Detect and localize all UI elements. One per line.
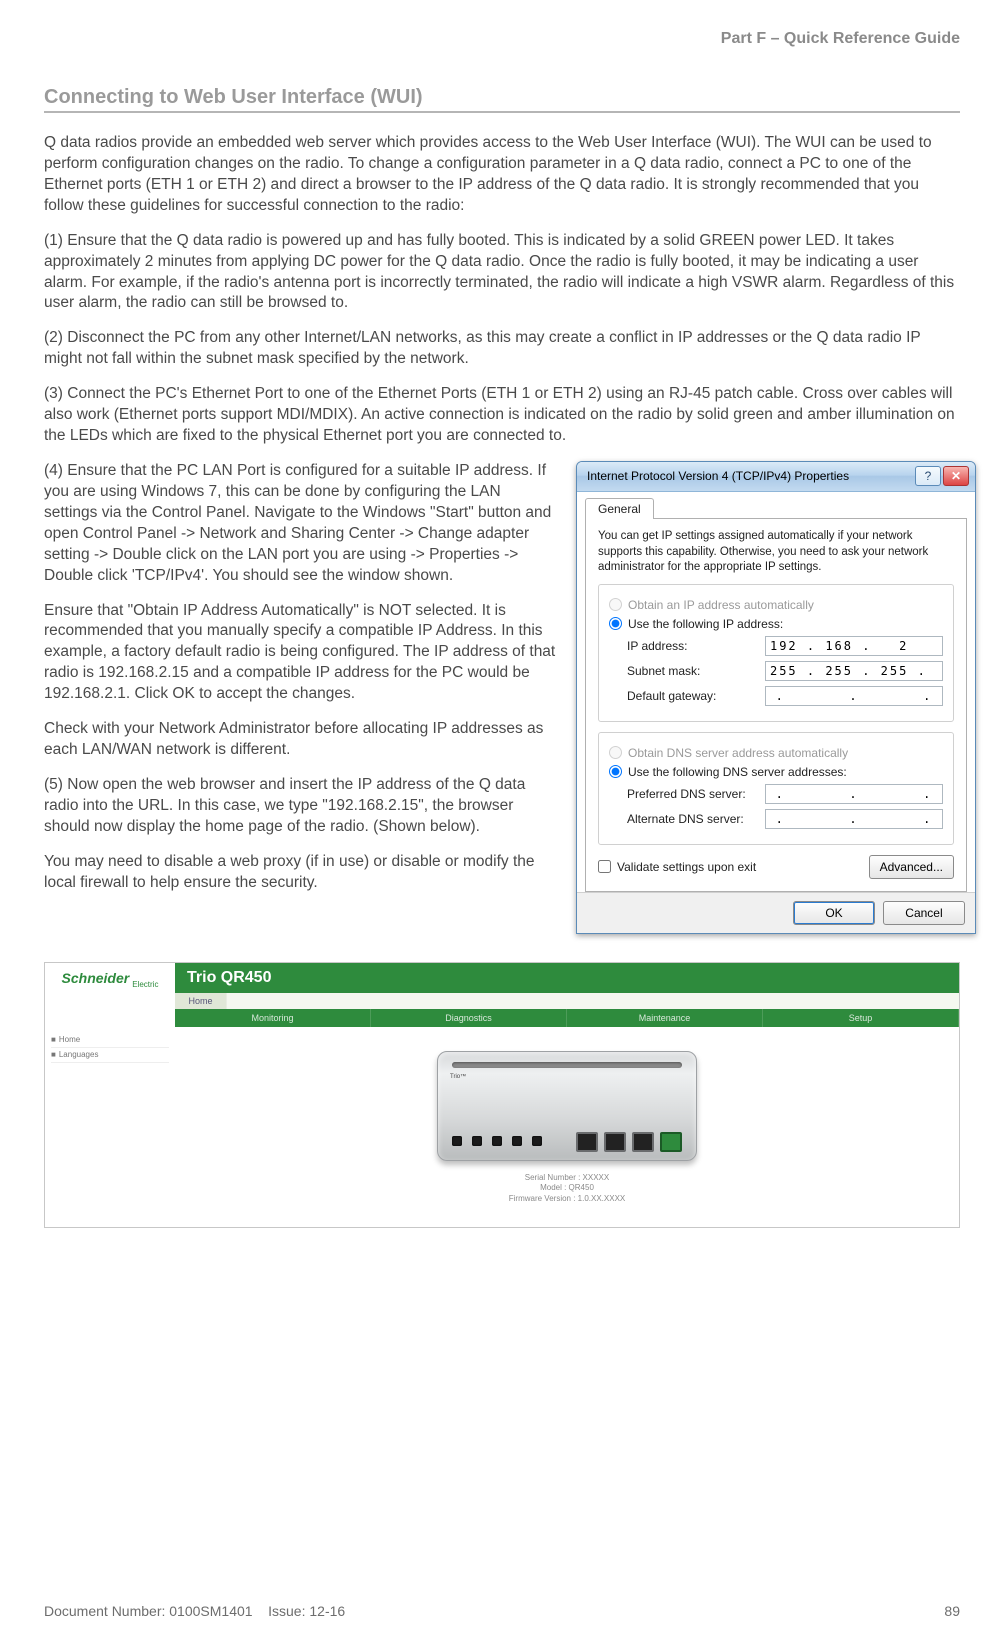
radio-manual-dns[interactable]	[609, 765, 622, 778]
brand-sub: Electric	[132, 980, 158, 989]
nav-maintenance[interactable]: Maintenance	[567, 1009, 763, 1027]
breadcrumb-home[interactable]: Home	[175, 993, 227, 1009]
label-ip-address: IP address:	[609, 639, 759, 653]
radio-manual-ip[interactable]	[609, 617, 622, 630]
led-icon	[532, 1136, 542, 1146]
nav-tabs: Monitoring Diagnostics Maintenance Setup	[175, 1009, 959, 1027]
step-2: (2) Disconnect the PC from any other Int…	[44, 328, 960, 370]
part-label: Part F – Quick Reference Guide	[44, 30, 960, 48]
led-icon	[512, 1136, 522, 1146]
port-icon	[632, 1132, 654, 1152]
radio-auto-ip[interactable]	[609, 598, 622, 611]
dialog-title: Internet Protocol Version 4 (TCP/IPv4) P…	[587, 469, 915, 483]
close-button[interactable]: ✕	[943, 466, 969, 486]
tab-general[interactable]: General	[585, 498, 654, 519]
step-3: (3) Connect the PC's Ethernet Port to on…	[44, 384, 960, 447]
ip-group: Obtain an IP address automatically Use t…	[598, 584, 954, 722]
step-1: (1) Ensure that the Q data radio is powe…	[44, 231, 960, 315]
led-icon	[492, 1136, 502, 1146]
label-manual-dns: Use the following DNS server addresses:	[628, 765, 847, 779]
input-subnet[interactable]	[765, 661, 943, 681]
label-alt-dns: Alternate DNS server:	[609, 812, 759, 826]
section-title: Connecting to Web User Interface (WUI)	[44, 86, 960, 113]
doc-number: Document Number: 0100SM1401	[44, 1603, 253, 1619]
sidebar-item-languages[interactable]: ■ Languages	[51, 1048, 169, 1063]
sidebar: ■ Home ■ Languages	[45, 1027, 175, 1227]
dns-group: Obtain DNS server address automatically …	[598, 732, 954, 845]
device-image: Trio™	[437, 1051, 697, 1161]
led-icon	[452, 1136, 462, 1146]
step-4c: Check with your Network Administrator be…	[44, 719, 557, 761]
nav-setup[interactable]: Setup	[763, 1009, 959, 1027]
ok-button[interactable]: OK	[793, 901, 875, 925]
product-title: Trio QR450	[175, 963, 959, 993]
intro-paragraph: Q data radios provide an embedded web se…	[44, 133, 960, 217]
page-footer: Document Number: 0100SM1401 Issue: 12-16…	[44, 1603, 960, 1619]
port-icon	[660, 1132, 682, 1152]
sidebar-item-home[interactable]: ■ Home	[51, 1033, 169, 1048]
port-icon	[604, 1132, 626, 1152]
dialog-titlebar[interactable]: Internet Protocol Version 4 (TCP/IPv4) P…	[577, 462, 975, 492]
checkbox-validate[interactable]	[598, 860, 611, 873]
label-validate: Validate settings upon exit	[617, 860, 756, 874]
step-6: You may need to disable a web proxy (if …	[44, 852, 557, 894]
help-button[interactable]: ?	[915, 466, 941, 486]
advanced-button[interactable]: Advanced...	[869, 855, 954, 879]
step-5: (5) Now open the web browser and insert …	[44, 775, 557, 838]
nav-diagnostics[interactable]: Diagnostics	[371, 1009, 567, 1027]
input-pref-dns[interactable]	[765, 784, 943, 804]
device-info: Serial Number : XXXXX Model : QR450 Firm…	[509, 1173, 626, 1204]
cancel-button[interactable]: Cancel	[883, 901, 965, 925]
input-gateway[interactable]	[765, 686, 943, 706]
label-pref-dns: Preferred DNS server:	[609, 787, 759, 801]
label-subnet: Subnet mask:	[609, 664, 759, 678]
device-model: Model : QR450	[509, 1183, 626, 1193]
dialog-description: You can get IP settings assigned automat…	[598, 529, 954, 576]
nav-monitoring[interactable]: Monitoring	[175, 1009, 371, 1027]
port-icon	[576, 1132, 598, 1152]
tcpip-properties-dialog: Internet Protocol Version 4 (TCP/IPv4) P…	[576, 461, 976, 934]
label-manual-ip: Use the following IP address:	[628, 617, 783, 631]
label-gateway: Default gateway:	[609, 689, 759, 703]
device-firmware: Firmware Version : 1.0.XX.XXXX	[509, 1194, 626, 1204]
step-4b: Ensure that "Obtain IP Address Automatic…	[44, 601, 557, 706]
input-ip-address[interactable]	[765, 636, 943, 656]
page-number: 89	[944, 1603, 960, 1619]
brand-logo: Schneider Electric	[45, 963, 175, 993]
radio-web-ui-screenshot: Schneider Electric Trio QR450 Home Monit…	[44, 962, 960, 1228]
input-alt-dns[interactable]	[765, 809, 943, 829]
issue-number: Issue: 12-16	[268, 1603, 345, 1619]
step-4: (4) Ensure that the PC LAN Port is confi…	[44, 461, 557, 587]
radio-auto-dns[interactable]	[609, 746, 622, 759]
label-auto-ip: Obtain an IP address automatically	[628, 598, 814, 612]
led-icon	[472, 1136, 482, 1146]
device-serial: Serial Number : XXXXX	[509, 1173, 626, 1183]
label-auto-dns: Obtain DNS server address automatically	[628, 746, 848, 760]
brand-name: Schneider	[62, 970, 130, 986]
